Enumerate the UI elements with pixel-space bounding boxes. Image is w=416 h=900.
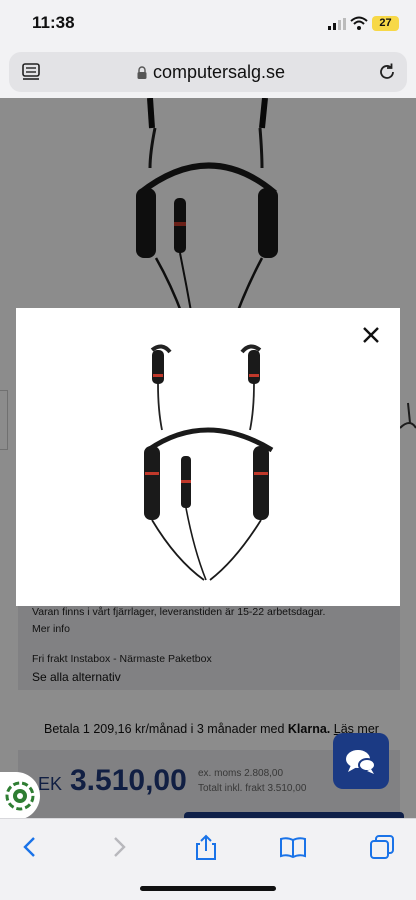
status-bar: 11:38 27 [0, 0, 416, 48]
wifi-icon [350, 16, 368, 30]
back-icon[interactable] [16, 833, 44, 861]
status-time: 11:38 [32, 13, 75, 32]
lock-icon [137, 66, 147, 79]
forward-icon[interactable] [105, 833, 133, 861]
reader-mode-icon[interactable] [22, 63, 40, 81]
battery-icon: 27 [372, 16, 399, 31]
url-text[interactable]: computersalg.se [153, 62, 285, 83]
tabs-icon[interactable] [368, 833, 396, 861]
bookmarks-icon[interactable] [279, 833, 307, 861]
close-icon[interactable] [360, 324, 382, 346]
trust-badge-button[interactable] [0, 772, 40, 820]
neckband-headset-image [144, 344, 274, 581]
trust-badge-icon [5, 781, 35, 811]
share-icon[interactable] [192, 833, 220, 861]
chat-button[interactable] [333, 733, 389, 789]
image-zoom-modal [16, 308, 400, 606]
home-indicator [140, 886, 276, 891]
address-bar[interactable]: computersalg.se [9, 52, 407, 92]
address-bar-area: computersalg.se [0, 48, 416, 98]
cellular-signal-icon [328, 18, 346, 30]
reload-icon[interactable] [377, 62, 397, 82]
chat-icon [346, 750, 376, 774]
